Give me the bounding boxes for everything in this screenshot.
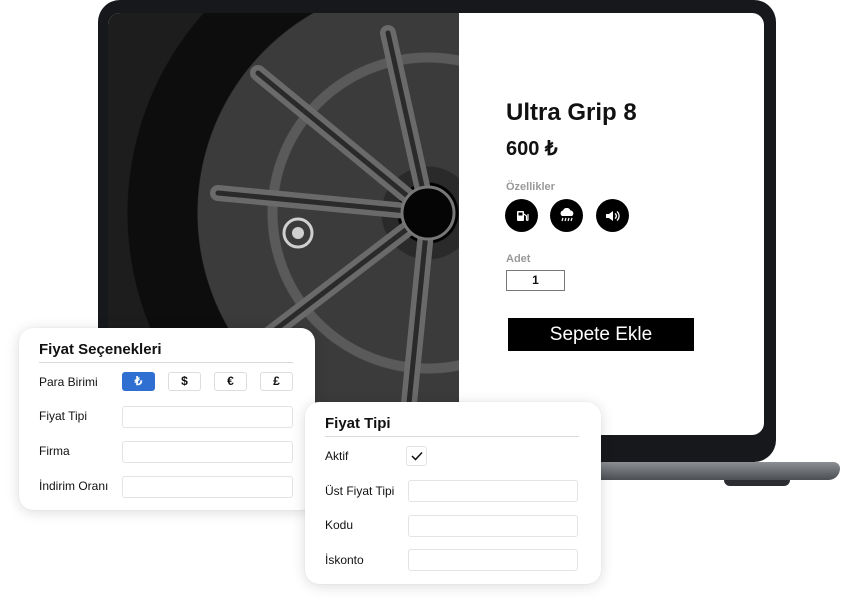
currency-try-button[interactable]: ₺ [122,372,155,391]
laptop-foot [724,480,790,486]
currency-gbp-button[interactable]: £ [260,372,293,391]
currency-usd-button[interactable]: $ [168,372,201,391]
active-label: Aktif [325,449,349,463]
price-type-divider [325,436,579,437]
discount-label: İskonto [325,553,364,567]
price-options-title: Fiyat Seçenekleri [39,341,162,358]
laptop-base [598,462,840,480]
product-title: Ultra Grip 8 [506,99,637,126]
product-price: 600 ₺ [506,138,558,160]
price-type-label: Fiyat Tipi [39,409,88,423]
discount-rate-field[interactable] [122,476,293,498]
price-type-field[interactable] [122,406,293,428]
checkmark-icon [410,451,423,461]
features-label: Özellikler [506,181,555,193]
company-field[interactable] [122,441,293,463]
rain-cloud-icon [550,199,583,232]
company-label: Firma [39,444,70,458]
sound-icon [596,199,629,232]
quantity-input[interactable]: 1 [506,270,565,291]
code-label: Kodu [325,518,354,532]
currency-eur-button[interactable]: € [214,372,247,391]
fuel-pump-icon [505,199,538,232]
active-checkbox[interactable] [406,446,427,466]
add-to-cart-button[interactable]: Sepete Ekle [508,318,694,351]
price-options-divider [39,362,293,363]
discount-field[interactable] [408,549,578,571]
parent-price-type-label: Üst Fiyat Tipi [325,484,395,498]
discount-rate-label: İndirim Oranı [39,479,109,493]
code-field[interactable] [408,515,578,537]
price-type-title: Fiyat Tipi [325,415,391,432]
quantity-label: Adet [506,253,531,265]
parent-price-type-field[interactable] [408,480,578,502]
currency-label: Para Birimi [39,375,98,389]
